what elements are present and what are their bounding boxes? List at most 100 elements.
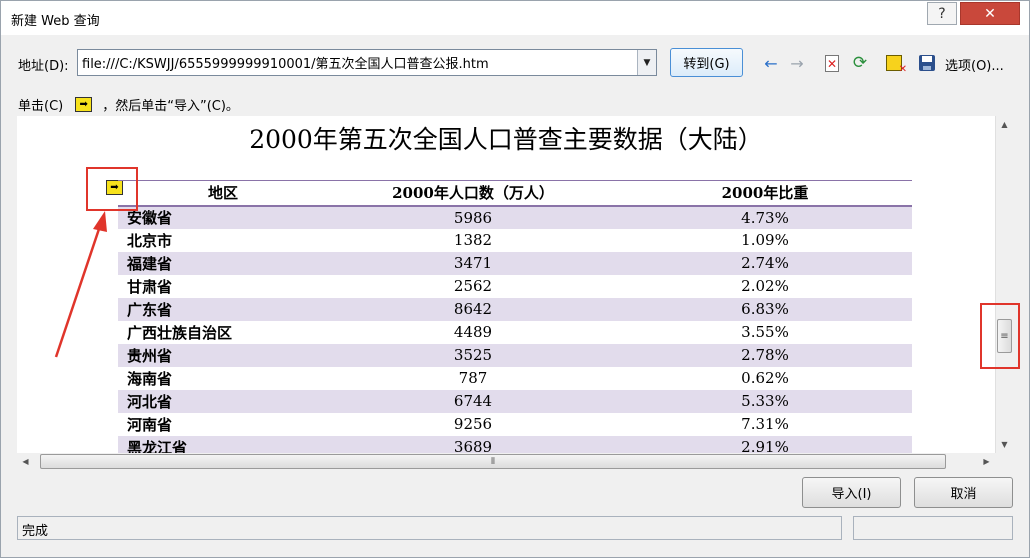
cell-population: 8642 [328, 297, 618, 321]
cell-share: 2.02% [618, 274, 912, 298]
options-button[interactable]: 选项(O)... [945, 55, 1004, 74]
cell-share: 2.91% [618, 435, 912, 453]
scroll-up-button[interactable]: ▲ [996, 116, 1013, 133]
triangle-up-icon: ▲ [1001, 120, 1008, 129]
help-icon: ? [938, 5, 946, 22]
forward-arrow-icon: → [790, 53, 804, 73]
cell-population: 6744 [328, 389, 618, 413]
save-query-button[interactable] [917, 53, 937, 73]
instruction-prefix: 单击(C) [18, 99, 64, 114]
help-button[interactable]: ? [927, 2, 957, 25]
refresh-button[interactable]: ⟳ [850, 53, 870, 73]
triangle-right-icon: ▶ [983, 457, 990, 466]
table-row: 黑龙江省 3689 2.91% [118, 435, 912, 453]
address-input[interactable] [78, 50, 637, 75]
web-page-view: 2000年第五次全国人口普查主要数据（大陆） ➡ 地区 2000年人口数（万人）… [17, 116, 995, 453]
table-row: 贵州省 3525 2.78% [118, 343, 912, 367]
cell-region: 河北省 [118, 389, 328, 413]
cell-population: 1382 [328, 228, 618, 252]
forward-button[interactable]: → [787, 53, 807, 73]
cell-region: 广西壮族自治区 [118, 320, 328, 344]
window-title: 新建 Web 查询 [11, 14, 100, 29]
cell-region: 海南省 [118, 366, 328, 390]
triangle-down-icon: ▼ [1001, 440, 1008, 449]
cell-region: 河南省 [118, 412, 328, 436]
table-header-row: 地区 2000年人口数（万人） 2000年比重 [118, 180, 912, 207]
cell-share: 0.62% [618, 366, 912, 390]
instruction-suffix: ，然后单击“导入”(C)。 [102, 99, 239, 114]
triangle-left-icon: ◀ [22, 457, 29, 466]
refresh-icon: ⟳ [852, 53, 868, 73]
cell-region: 贵州省 [118, 343, 328, 367]
cell-region: 安徽省 [118, 205, 328, 229]
hide-icons-button[interactable] [884, 53, 907, 75]
arrow-tag-icon: ➡ [75, 97, 93, 112]
address-label: 地址(D): [18, 59, 69, 74]
table-row: 北京市 1382 1.09% [118, 228, 912, 252]
cell-share: 2.74% [618, 251, 912, 275]
cell-population: 3471 [328, 251, 618, 275]
status-bar-secondary [853, 516, 1013, 540]
close-button[interactable]: ✕ [960, 2, 1020, 25]
go-button[interactable]: 转到(G) [670, 48, 743, 77]
table-row: 安徽省 5986 4.73% [118, 205, 912, 229]
table-row: 河南省 9256 7.31% [118, 412, 912, 436]
cell-share: 1.09% [618, 228, 912, 252]
cancel-button[interactable]: 取消 [914, 477, 1013, 508]
table-row: 甘肃省 2562 2.02% [118, 274, 912, 298]
cell-population: 4489 [328, 320, 618, 344]
horizontal-scrollbar[interactable]: ◀ ⦀ ▶ [17, 453, 995, 470]
cell-region: 广东省 [118, 297, 328, 321]
table-row: 海南省 787 0.62% [118, 366, 912, 390]
cell-population: 2562 [328, 274, 618, 298]
stop-icon [825, 54, 839, 72]
cell-share: 2.78% [618, 343, 912, 367]
grip-icon: ≡ [1000, 330, 1009, 342]
scroll-down-button[interactable]: ▼ [996, 436, 1013, 453]
address-combobox[interactable]: ▼ [77, 49, 657, 76]
cell-population: 3525 [328, 343, 618, 367]
cell-region: 黑龙江省 [118, 435, 328, 453]
vertical-scroll-thumb[interactable]: ≡ [997, 319, 1012, 353]
table-row: 广西壮族自治区 4489 3.55% [118, 320, 912, 344]
table-row: 河北省 6744 5.33% [118, 389, 912, 413]
import-button[interactable]: 导入(I) [802, 477, 901, 508]
stop-button[interactable] [822, 53, 842, 73]
ribbon-backdrop [121, 1, 1021, 13]
column-header-region: 地区 [118, 180, 328, 207]
cell-population: 787 [328, 366, 618, 390]
cell-share: 6.83% [618, 297, 912, 321]
cell-population: 9256 [328, 412, 618, 436]
cell-share: 7.31% [618, 412, 912, 436]
population-table: 地区 2000年人口数（万人） 2000年比重 安徽省 5986 4.73% 北… [118, 180, 912, 453]
scroll-left-button[interactable]: ◀ [17, 453, 34, 470]
column-header-share: 2000年比重 [618, 180, 912, 207]
cell-region: 福建省 [118, 251, 328, 275]
close-icon: ✕ [984, 5, 996, 22]
cell-share: 5.33% [618, 389, 912, 413]
save-icon [919, 55, 935, 71]
hide-icons-icon [886, 55, 907, 75]
table-row: 广东省 8642 6.83% [118, 297, 912, 321]
scroll-right-button[interactable]: ▶ [978, 453, 995, 470]
column-header-population: 2000年人口数（万人） [328, 180, 618, 207]
grip-icon: ⦀ [491, 456, 495, 467]
cell-population: 3689 [328, 435, 618, 453]
vertical-scrollbar[interactable]: ▲ ≡ ▼ [995, 116, 1012, 453]
title-bar: 新建 Web 查询 ? ✕ [1, 1, 1029, 35]
address-dropdown-button[interactable]: ▼ [637, 50, 656, 75]
cell-region: 甘肃省 [118, 274, 328, 298]
cell-region: 北京市 [118, 228, 328, 252]
cell-share: 4.73% [618, 205, 912, 229]
chevron-down-icon: ▼ [643, 57, 651, 68]
table-row: 福建省 3471 2.74% [118, 251, 912, 275]
status-bar: 完成 [17, 516, 842, 540]
data-table-container: 地区 2000年人口数（万人） 2000年比重 安徽省 5986 4.73% 北… [118, 180, 912, 453]
instruction-text: 单击(C) ➡ ，然后单击“导入”(C)。 [18, 95, 239, 114]
back-button[interactable]: ← [761, 53, 781, 73]
back-arrow-icon: ← [764, 53, 778, 73]
page-title: 2000年第五次全国人口普查主要数据（大陆） [249, 125, 763, 154]
horizontal-scroll-thumb[interactable]: ⦀ [40, 454, 946, 469]
new-web-query-dialog: 新建 Web 查询 ? ✕ 地址(D): ▼ 转到(G) ← → ⟳ 选项(O)… [0, 0, 1030, 558]
cell-population: 5986 [328, 205, 618, 229]
